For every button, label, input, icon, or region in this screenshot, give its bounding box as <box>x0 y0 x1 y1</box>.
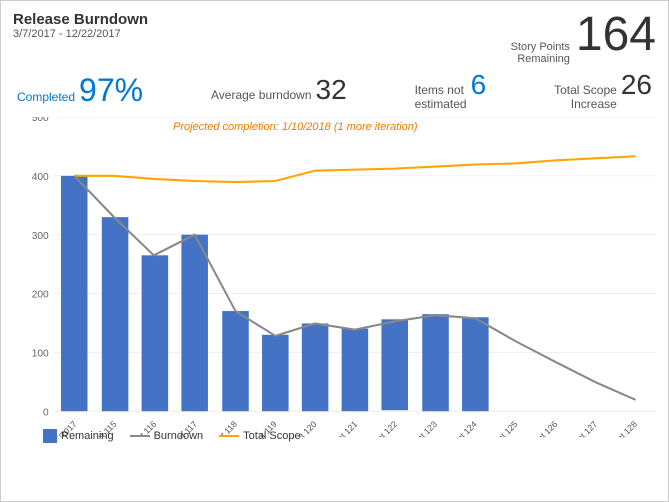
bar-9 <box>422 314 449 411</box>
legend-total-scope: Total Scope <box>219 430 300 442</box>
bar-10 <box>462 317 489 411</box>
avg-burndown-value: 32 <box>316 74 347 106</box>
projected-label: Projected completion: 1/10/2018 (1 more … <box>173 121 418 133</box>
story-points-value: 164 <box>576 11 656 59</box>
total-scope-color-line <box>219 435 239 437</box>
svg-text:0: 0 <box>43 407 49 418</box>
chart-area: Projected completion: 1/10/2018 (1 more … <box>13 117 656 457</box>
header-left: Release Burndown 3/7/2017 - 12/22/2017 <box>13 11 148 40</box>
svg-text:400: 400 <box>32 172 49 183</box>
metric-completed: Completed 97% <box>17 72 143 109</box>
metric-items-not-estimated: Items not estimated 6 <box>415 69 487 111</box>
header-right: Story Points Remaining 164 <box>511 11 656 65</box>
svg-text:300: 300 <box>32 231 49 242</box>
bar-1 <box>102 217 129 411</box>
date-range: 3/7/2017 - 12/22/2017 <box>13 28 148 40</box>
metrics-row: Completed 97% Average burndown 32 Items … <box>13 69 656 111</box>
burndown-color-line <box>130 435 150 437</box>
bar-6 <box>302 323 329 411</box>
items-not-estimated-label1: Items not <box>415 83 467 97</box>
chart-title: Release Burndown <box>13 11 148 28</box>
svg-text:500: 500 <box>32 117 49 124</box>
total-scope-label2: Increase <box>571 97 617 111</box>
avg-burndown-label: Average burndown <box>211 88 312 102</box>
bar-5 <box>262 335 289 411</box>
story-points-label2: Remaining <box>517 53 570 65</box>
bar-3 <box>181 235 208 412</box>
items-not-estimated-value: 6 <box>471 69 487 101</box>
completed-label: Completed <box>17 90 75 104</box>
legend-burndown: Burndown <box>130 430 204 442</box>
metric-total-scope: Total Scope Increase 26 <box>554 69 652 111</box>
story-points-label1: Story Points <box>511 41 570 53</box>
header: Release Burndown 3/7/2017 - 12/22/2017 S… <box>13 11 656 65</box>
bar-0 <box>61 176 88 411</box>
burndown-chart: 500 400 300 200 100 0 <box>13 117 656 437</box>
remaining-label: Remaining <box>61 430 114 442</box>
items-not-estimated-label2: estimated <box>415 97 467 111</box>
remaining-color-box <box>43 429 57 443</box>
burndown-label: Burndown <box>154 430 204 442</box>
total-scope-line <box>74 156 635 182</box>
svg-text:200: 200 <box>32 290 49 301</box>
completed-value: 97% <box>79 72 143 109</box>
bar-4 <box>222 311 249 411</box>
svg-text:100: 100 <box>32 348 49 359</box>
bar-8 <box>381 319 408 410</box>
dashboard-container: Release Burndown 3/7/2017 - 12/22/2017 S… <box>0 0 669 502</box>
legend-remaining: Remaining <box>43 429 114 443</box>
bar-7 <box>342 329 369 412</box>
metric-avg-burndown: Average burndown 32 <box>211 74 347 106</box>
total-scope-label1: Total Scope <box>554 83 617 97</box>
bar-2 <box>142 255 169 411</box>
total-scope-value: 26 <box>621 69 652 101</box>
total-scope-legend-label: Total Scope <box>243 430 300 442</box>
